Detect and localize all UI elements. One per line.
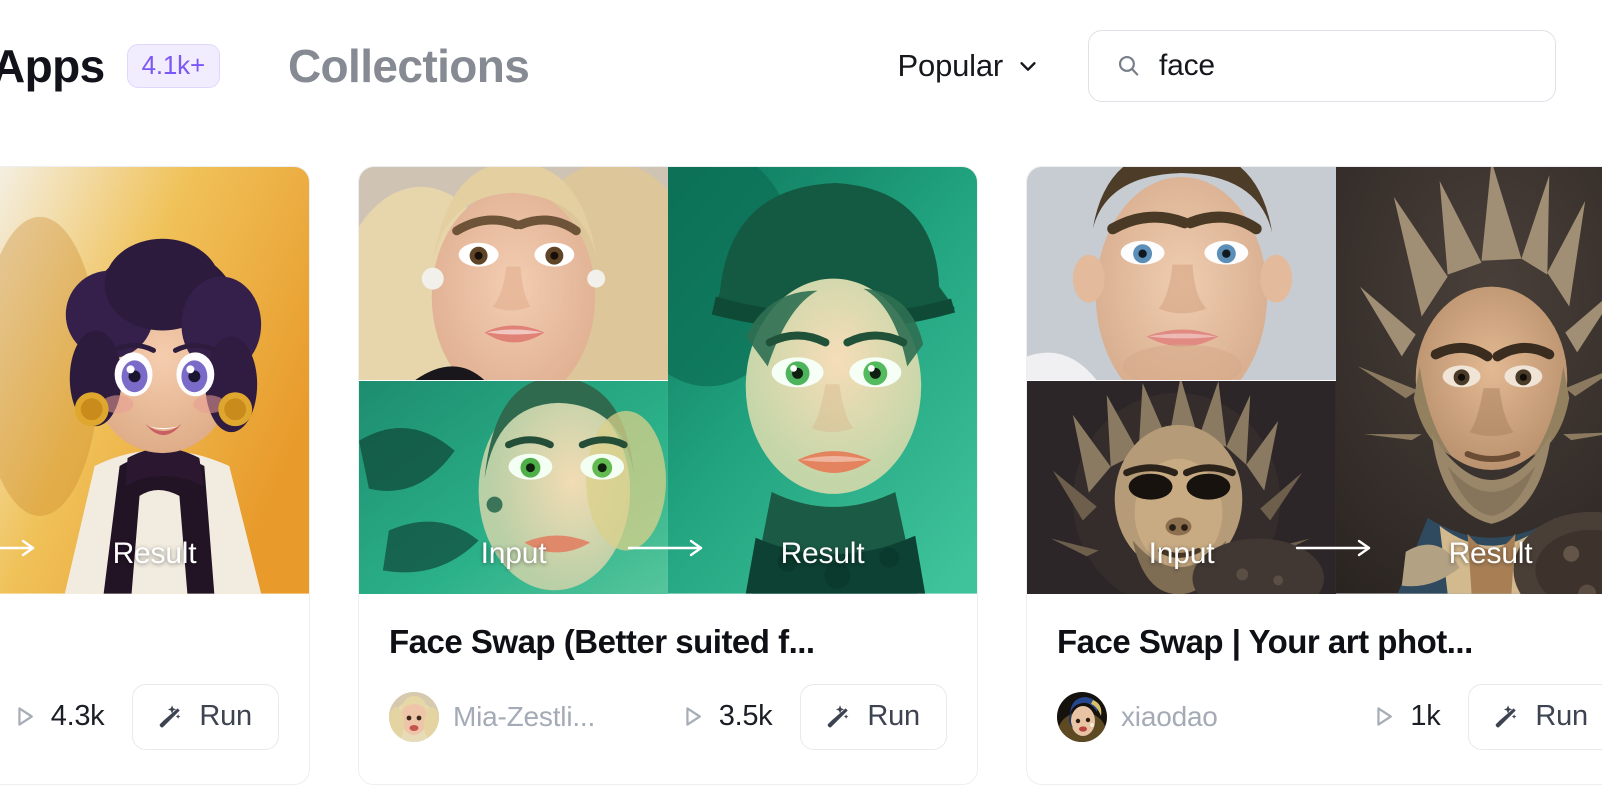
card-preview: N: [0, 167, 309, 595]
magic-wand-icon: [1491, 703, 1519, 731]
result-artwork: [0, 167, 309, 594]
input-target-tile: [359, 381, 668, 595]
apps-count-badge: 4.1k+: [126, 43, 220, 88]
run-button-label: Run: [199, 700, 252, 733]
preview-result-pane: Result: [1336, 167, 1602, 595]
card-body: Face Swap (Better suited f... Mia-Zestli…: [359, 595, 977, 784]
app-card-grid: N: [0, 166, 1602, 785]
preview-input-pane: Input: [1027, 167, 1336, 595]
run-count: 4.3k: [11, 700, 105, 733]
input-target-tile: [1027, 381, 1336, 595]
primary-nav: Apps 4.1k+ Collections: [0, 39, 530, 93]
card-author[interactable]: xiaodao: [1057, 691, 1218, 742]
input-source-tile: [359, 167, 668, 381]
source-face-artwork: [1027, 167, 1336, 381]
run-count-value: 1k: [1410, 700, 1441, 733]
card-preview: Input Result: [1027, 167, 1602, 595]
search-input[interactable]: [1159, 30, 1555, 101]
magic-wand-icon: [155, 703, 183, 731]
card-meta: 4.3k Run: [0, 683, 279, 750]
app-card[interactable]: Input: [1026, 166, 1602, 785]
card-title[interactable]: Face Swap (Better suited f...: [389, 623, 947, 662]
sort-dropdown[interactable]: Popular: [898, 48, 1039, 84]
preview-result-pane: Result: [668, 167, 977, 595]
card-meta: xiaodao 1k Run: [1057, 683, 1602, 750]
run-count-value: 3.5k: [718, 700, 773, 733]
run-button-label: Run: [867, 700, 920, 733]
run-button-label: Run: [1535, 700, 1588, 733]
target-art-artwork: [1027, 381, 1336, 595]
input-source-tile: [1027, 167, 1336, 381]
author-name: xiaodao: [1121, 700, 1218, 732]
tab-apps[interactable]: Apps: [0, 39, 105, 93]
card-meta: Mia-Zestli... 3.5k Run: [389, 683, 947, 750]
result-artwork: [1336, 167, 1602, 594]
run-button[interactable]: Run: [800, 683, 947, 750]
app-card[interactable]: N: [0, 166, 310, 785]
run-button[interactable]: Run: [1468, 683, 1602, 750]
app-card[interactable]: Input: [358, 166, 978, 785]
sort-dropdown-value: Popular: [897, 47, 1004, 83]
target-art-artwork: [359, 381, 668, 595]
run-count: 3.5k: [679, 700, 773, 733]
card-preview: Input Result: [359, 167, 977, 595]
magic-wand-icon: [823, 703, 851, 731]
search-icon: [1116, 53, 1141, 78]
tab-collections[interactable]: Collections: [288, 39, 530, 93]
avatar: [389, 691, 439, 742]
preview-input-pane: Input: [359, 167, 668, 595]
run-count-value: 4.3k: [50, 700, 105, 733]
page-header: Apps 4.1k+ Collections Popular: [0, 0, 1602, 131]
chevron-down-icon: [1017, 55, 1039, 77]
play-count-icon: [679, 703, 706, 730]
result-artwork: [668, 167, 977, 594]
avatar: [1057, 691, 1107, 742]
avatar-image: [1057, 691, 1107, 742]
preview-result-pane: Result: [0, 167, 309, 595]
play-count-icon: [11, 703, 38, 730]
card-body: Face Swap | Your art phot... xiaodao 1k …: [1027, 595, 1602, 784]
author-name: Mia-Zestli...: [453, 700, 596, 732]
card-body: Anime Face 4.3k: [0, 595, 309, 784]
source-face-artwork: [359, 167, 668, 381]
card-author[interactable]: Mia-Zestli...: [389, 691, 596, 742]
header-controls: Popular: [898, 29, 1602, 102]
avatar-image: [389, 691, 439, 742]
play-count-icon: [1370, 703, 1397, 730]
search-box[interactable]: [1088, 29, 1556, 102]
card-title[interactable]: Face Swap | Your art phot...: [1057, 623, 1602, 662]
run-button[interactable]: Run: [132, 683, 279, 750]
run-count: 1k: [1370, 700, 1441, 733]
card-title[interactable]: Anime Face: [0, 623, 279, 662]
